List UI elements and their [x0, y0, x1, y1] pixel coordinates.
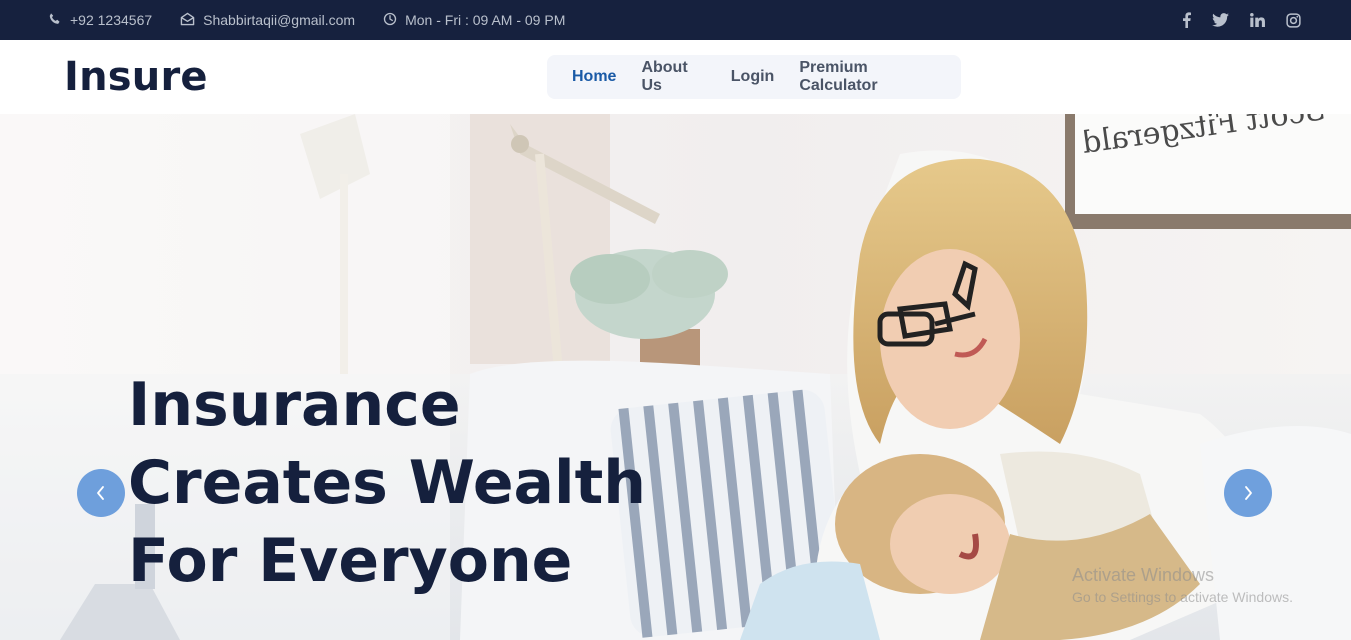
carousel-prev-button[interactable]	[77, 469, 125, 517]
brand-logo[interactable]: Insure	[64, 54, 208, 100]
instagram-icon[interactable]	[1286, 12, 1301, 28]
envelope-icon	[180, 12, 203, 29]
hero-headline-line-2: Creates Wealth	[128, 448, 646, 518]
hero-headline: Insurance Creates Wealth For Everyone	[128, 366, 728, 600]
twitter-icon[interactable]	[1212, 13, 1229, 27]
phone-icon	[48, 12, 70, 29]
hero-headline-line-3: For Everyone	[128, 526, 573, 596]
nav-login[interactable]: Login	[731, 68, 775, 86]
linkedin-icon[interactable]	[1250, 13, 1265, 27]
watermark-title: Activate Windows	[1072, 565, 1215, 585]
windows-activation-watermark: Activate Windows Go to Settings to activ…	[1072, 565, 1293, 605]
opening-hours: Mon - Fri : 09 AM - 09 PM	[405, 12, 566, 28]
chevron-right-icon	[1245, 486, 1252, 500]
chevron-left-icon	[97, 486, 104, 500]
email-contact[interactable]: Shabbirtaqii@gmail.com	[180, 12, 355, 29]
watermark-subtitle: Go to Settings to activate Windows.	[1072, 589, 1293, 605]
email-address: Shabbirtaqii@gmail.com	[203, 12, 356, 28]
main-navigation: Home About Us Login Premium Calculator	[547, 55, 961, 99]
phone-number: +92 1234567	[70, 12, 153, 28]
facebook-icon[interactable]	[1182, 12, 1191, 28]
hours-info: Mon - Fri : 09 AM - 09 PM	[383, 12, 565, 29]
top-bar: +92 1234567 Shabbirtaqii@gmail.com Mon -…	[0, 0, 1351, 40]
nav-home[interactable]: Home	[572, 68, 616, 86]
carousel-next-button[interactable]	[1224, 469, 1272, 517]
phone-contact[interactable]: +92 1234567	[48, 12, 152, 29]
clock-icon	[383, 12, 405, 29]
social-links	[1161, 0, 1301, 40]
site-header: Insure Home About Us Login Premium Calcu…	[0, 40, 1351, 114]
hero-carousel: Scott Fitzgerald Insurance Creates Wealt…	[0, 114, 1351, 640]
nav-premium-calculator[interactable]: Premium Calculator	[799, 59, 936, 95]
hero-headline-line-1: Insurance	[128, 370, 461, 440]
contact-info: +92 1234567 Shabbirtaqii@gmail.com Mon -…	[48, 0, 593, 40]
nav-about-us[interactable]: About Us	[641, 59, 705, 95]
